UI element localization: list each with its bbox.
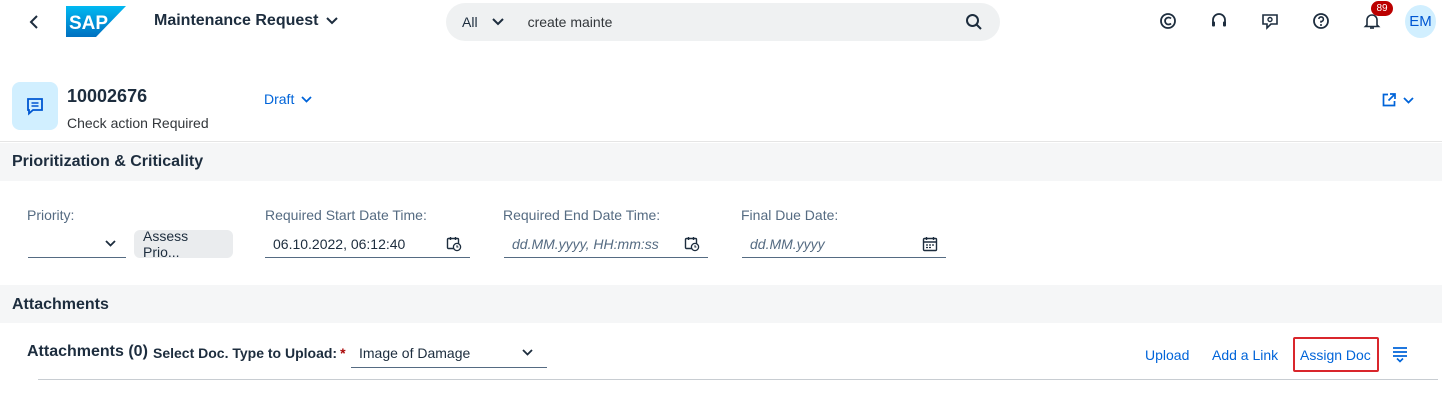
settings-menu-icon[interactable]: [1391, 345, 1409, 363]
section-title-prioritization: Prioritization & Criticality: [12, 153, 204, 170]
status-label: Draft: [264, 91, 295, 107]
doc-type-label-text: Select Doc. Type to Upload:: [153, 345, 338, 361]
due-date-field[interactable]: dd.MM.yyyy: [742, 230, 946, 258]
doc-type-label: Select Doc. Type to Upload: *: [153, 345, 346, 361]
object-header: 10002676 Check action Required Draft: [0, 70, 1442, 142]
search-bar: All: [446, 3, 1000, 41]
required-marker: *: [340, 345, 346, 361]
search-scope-select[interactable]: All: [462, 14, 504, 30]
feedback-icon[interactable]: [1257, 8, 1283, 34]
datetime-picker-icon[interactable]: [444, 234, 464, 254]
prioritization-section-header: Prioritization & Criticality: [0, 143, 1442, 181]
due-date-placeholder: dd.MM.yyyy: [750, 235, 825, 252]
chevron-down-icon: [1403, 96, 1414, 104]
search-input[interactable]: [527, 14, 964, 30]
doc-type-value: Image of Damage: [359, 344, 471, 361]
assess-priority-button[interactable]: Assess Prio...: [134, 228, 233, 260]
attachments-section-header: Attachments: [0, 285, 1442, 323]
start-date-label: Required Start Date Time:: [265, 207, 427, 223]
page: SAP Maintenance Request All create maint…: [0, 0, 1442, 397]
back-button[interactable]: [24, 10, 44, 34]
due-date-label: Final Due Date:: [741, 207, 839, 223]
search-scope-label: All: [462, 14, 478, 30]
priority-select[interactable]: [28, 230, 126, 258]
sap-logo[interactable]: SAP: [66, 6, 126, 37]
share-menu-button[interactable]: [1381, 92, 1414, 108]
chevron-left-icon: [29, 15, 38, 29]
shell-actions: 89: [1155, 1, 1410, 34]
avatar[interactable]: EM: [1405, 5, 1436, 38]
chevron-down-icon: [491, 18, 504, 26]
doc-type-select[interactable]: Image of Damage: [351, 338, 547, 368]
upload-link[interactable]: Upload: [1145, 347, 1189, 363]
calendar-icon[interactable]: [920, 234, 940, 254]
logo-text: SAP: [69, 13, 108, 34]
request-icon: [12, 82, 58, 130]
notifications-bell[interactable]: 89: [1359, 1, 1393, 34]
shell-bar: SAP Maintenance Request All create maint…: [0, 0, 1442, 44]
add-link-link[interactable]: Add a Link: [1212, 347, 1278, 363]
object-subtitle: Check action Required: [67, 115, 209, 131]
joule-icon[interactable]: [1155, 8, 1181, 34]
datetime-picker-icon[interactable]: [682, 234, 702, 254]
end-date-label: Required End Date Time:: [503, 207, 661, 223]
app-title-menu[interactable]: Maintenance Request: [154, 12, 339, 30]
chevron-down-icon: [100, 234, 120, 254]
status-dropdown[interactable]: Draft: [264, 91, 312, 107]
search-icon[interactable]: [964, 12, 984, 32]
section-title-attachments: Attachments: [12, 296, 109, 313]
object-id: 10002676: [67, 86, 148, 106]
chevron-down-icon: [326, 17, 339, 25]
chevron-down-icon: [517, 343, 537, 363]
chevron-down-icon: [301, 95, 312, 103]
start-date-field[interactable]: 06.10.2022, 06:12:40: [265, 230, 470, 258]
attachments-panel: Attachments (0) Select Doc. Type to Uplo…: [0, 323, 1442, 397]
app-title: Maintenance Request: [154, 12, 319, 29]
end-date-placeholder: dd.MM.yyyy, HH:mm:ss: [512, 235, 659, 252]
share-icon: [1382, 93, 1396, 107]
attachments-table-title: Attachments (0): [27, 343, 148, 360]
help-icon[interactable]: [1308, 8, 1334, 34]
priority-label: Priority:: [27, 207, 75, 223]
prioritization-panel: Priority: Assess Prio... Required Start …: [0, 181, 1442, 285]
notification-badge: 89: [1371, 1, 1393, 16]
end-date-field[interactable]: dd.MM.yyyy, HH:mm:ss: [504, 230, 708, 258]
headset-icon[interactable]: [1206, 8, 1232, 34]
assign-doc-link[interactable]: Assign Doc: [1300, 347, 1371, 363]
start-date-value: 06.10.2022, 06:12:40: [273, 235, 406, 252]
table-divider: [38, 379, 1438, 380]
